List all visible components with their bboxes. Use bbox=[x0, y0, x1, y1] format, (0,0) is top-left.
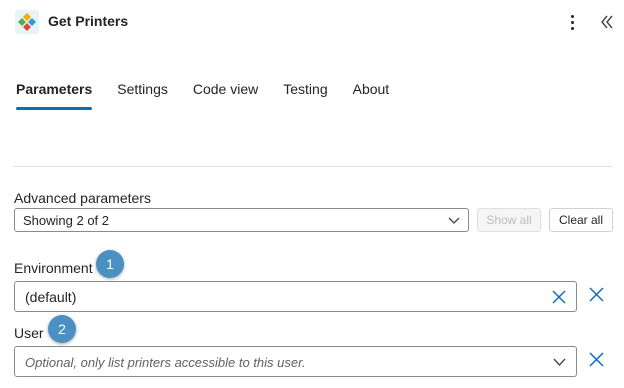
power-automate-printer-icon bbox=[15, 10, 39, 34]
remove-user-icon[interactable] bbox=[589, 352, 604, 367]
tab-bar: Parameters Settings Code view Testing Ab… bbox=[16, 80, 414, 112]
environment-field[interactable]: (default) bbox=[14, 281, 577, 312]
divider bbox=[14, 166, 612, 167]
more-options-icon[interactable] bbox=[562, 11, 582, 33]
step-badge-2: 2 bbox=[48, 315, 76, 343]
chevron-down-icon bbox=[448, 217, 460, 224]
panel-title: Get Printers bbox=[48, 13, 129, 29]
environment-value: (default) bbox=[25, 289, 77, 305]
remove-environment-icon[interactable] bbox=[589, 287, 604, 302]
step-badge-1: 1 bbox=[96, 250, 124, 278]
user-placeholder: Optional, only list printers accessible … bbox=[25, 355, 306, 370]
user-label: User bbox=[14, 325, 44, 341]
clear-all-button[interactable]: Clear all bbox=[549, 208, 613, 232]
user-field[interactable]: Optional, only list printers accessible … bbox=[14, 346, 577, 377]
clear-value-icon[interactable] bbox=[552, 290, 566, 304]
collapse-panel-icon[interactable] bbox=[598, 12, 616, 32]
tab-about[interactable]: About bbox=[353, 80, 390, 112]
advanced-parameters-value: Showing 2 of 2 bbox=[23, 213, 110, 228]
show-all-button[interactable]: Show all bbox=[477, 208, 541, 232]
tab-parameters[interactable]: Parameters bbox=[16, 80, 93, 112]
advanced-parameters-dropdown[interactable]: Showing 2 of 2 bbox=[14, 208, 469, 232]
environment-label: Environment bbox=[14, 260, 93, 276]
tab-settings[interactable]: Settings bbox=[117, 80, 168, 112]
panel-header: Get Printers bbox=[0, 0, 624, 44]
tab-code-view[interactable]: Code view bbox=[193, 80, 258, 112]
chevron-down-icon[interactable] bbox=[553, 357, 566, 367]
advanced-parameters-label: Advanced parameters bbox=[14, 190, 151, 206]
tab-testing[interactable]: Testing bbox=[283, 80, 327, 112]
